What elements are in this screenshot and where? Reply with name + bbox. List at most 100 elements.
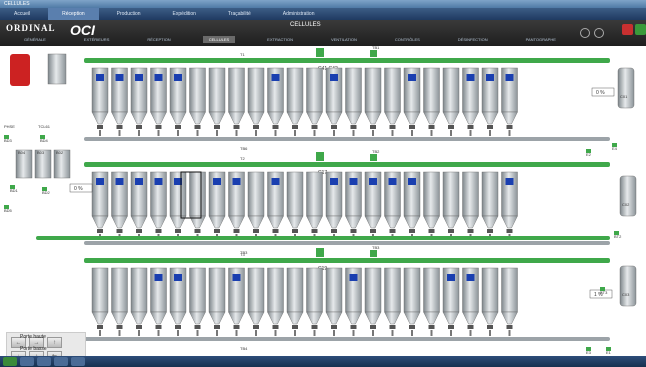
silo-valve-r2-14[interactable]: [350, 325, 357, 329]
silo-valve-r1-13[interactable]: [331, 229, 337, 233]
subnav-8[interactable]: PANTOGRAPHE: [520, 36, 562, 43]
silo-valve-r1-12[interactable]: [311, 229, 318, 233]
silo-r1-20[interactable]: [462, 171, 479, 217]
feeder-icon-2[interactable]: [316, 248, 324, 257]
silo-valve-r2-18[interactable]: [428, 325, 435, 329]
tab-3[interactable]: Expédition: [159, 8, 210, 20]
silo-valve-r1-20[interactable]: [467, 229, 474, 233]
silo-r0-9[interactable]: [247, 67, 265, 113]
silo-r2-13[interactable]: [325, 267, 343, 313]
silo-valve-r1-18[interactable]: [428, 229, 435, 233]
silo-r0-18[interactable]: [423, 67, 440, 113]
silo-valve-r1-3[interactable]: [136, 229, 142, 233]
silo-r2-18[interactable]: [423, 267, 440, 313]
silo-valve-r0-14[interactable]: [350, 125, 357, 129]
back-icon[interactable]: [580, 28, 590, 38]
silo-r0-7[interactable]: [208, 67, 226, 113]
silo-r2-21[interactable]: [481, 267, 499, 313]
feeder-icon-1[interactable]: [316, 152, 324, 161]
silo-valve-r1-6[interactable]: [194, 229, 201, 233]
silo-r0-11[interactable]: [286, 67, 304, 113]
silo-r2-3[interactable]: [130, 267, 148, 313]
tab-4[interactable]: Traçabilité: [214, 8, 265, 20]
silo-r2-9[interactable]: [247, 267, 265, 313]
silo-valve-r2-7[interactable]: [214, 325, 220, 329]
subnav-2[interactable]: RÉCEPTION: [141, 36, 176, 43]
silo-valve-r0-17[interactable]: [409, 125, 415, 129]
silo-valve-r2-19[interactable]: [448, 325, 454, 329]
silo-valve-r1-17[interactable]: [409, 229, 415, 233]
silo-valve-r0-10[interactable]: [272, 125, 279, 129]
silo-valve-r2-4[interactable]: [155, 325, 162, 329]
silo-valve-r1-2[interactable]: [116, 229, 123, 233]
silo-valve-r0-9[interactable]: [253, 125, 259, 129]
silo-valve-r1-7[interactable]: [214, 229, 220, 233]
silo-valve-r0-2[interactable]: [116, 125, 123, 129]
silo-valve-r1-16[interactable]: [389, 229, 396, 233]
silo-valve-r2-12[interactable]: [311, 325, 318, 329]
tab-1[interactable]: Réception: [48, 8, 99, 20]
silo-valve-r0-16[interactable]: [389, 125, 396, 129]
subnav-0[interactable]: GÉNÉRALE: [18, 36, 52, 43]
silo-r0-16[interactable]: [384, 67, 401, 113]
move-button-2[interactable]: ↑: [47, 337, 62, 348]
silo-valve-r1-22[interactable]: [506, 229, 513, 233]
silo-r1-12[interactable]: [306, 171, 323, 217]
silo-valve-r1-4[interactable]: [155, 229, 162, 233]
silo-valve-r1-8[interactable]: [233, 229, 240, 233]
taskbar-app-4[interactable]: [71, 357, 85, 366]
taskbar-app-2[interactable]: [37, 357, 51, 366]
feeder-icon-0[interactable]: [316, 48, 324, 57]
silo-r1-19[interactable]: [442, 171, 460, 217]
silo-valve-r2-15[interactable]: [370, 325, 376, 329]
subnav-5[interactable]: VENTILATION: [325, 36, 363, 43]
silo-r2-11[interactable]: [286, 267, 304, 313]
silo-valve-r0-3[interactable]: [136, 125, 142, 129]
silo-valve-r0-19[interactable]: [448, 125, 454, 129]
silo-r1-21[interactable]: [481, 171, 499, 217]
taskbar-app-3[interactable]: [54, 357, 68, 366]
silo-valve-r0-7[interactable]: [214, 125, 220, 129]
silo-valve-r2-16[interactable]: [389, 325, 396, 329]
tab-5[interactable]: Administration: [269, 8, 329, 20]
silo-valve-r0-21[interactable]: [487, 125, 493, 129]
silo-valve-r1-15[interactable]: [370, 229, 376, 233]
subnav-3[interactable]: CELLULES: [202, 36, 236, 43]
silo-r0-14[interactable]: [345, 67, 362, 113]
silo-valve-r0-22[interactable]: [506, 125, 513, 129]
silo-r2-1[interactable]: [91, 267, 109, 313]
tab-2[interactable]: Production: [103, 8, 155, 20]
silo-r2-15[interactable]: [364, 267, 382, 313]
silo-valve-r1-1[interactable]: [97, 229, 103, 233]
taskbar-app-1[interactable]: [20, 357, 34, 366]
silo-valve-r0-5[interactable]: [175, 125, 181, 129]
silo-valve-r1-19[interactable]: [448, 229, 454, 233]
silo-valve-r0-1[interactable]: [97, 125, 103, 129]
silo-r2-2[interactable]: [111, 267, 128, 313]
subnav-1[interactable]: EXTÉRIEURS: [78, 36, 116, 43]
silo-valve-r2-5[interactable]: [175, 325, 181, 329]
silo-valve-r0-6[interactable]: [194, 125, 201, 129]
silo-r1-18[interactable]: [423, 171, 440, 217]
silo-valve-r2-22[interactable]: [506, 325, 513, 329]
silo-valve-r2-6[interactable]: [194, 325, 201, 329]
silo-r2-17[interactable]: [403, 267, 421, 313]
silo-valve-r1-10[interactable]: [272, 229, 279, 233]
start-icon[interactable]: [3, 357, 17, 366]
silo-r1-11[interactable]: [286, 171, 304, 217]
silo-r2-7[interactable]: [208, 267, 226, 313]
silo-r0-8[interactable]: [228, 67, 245, 113]
silo-valve-r2-17[interactable]: [409, 325, 415, 329]
silo-valve-r2-11[interactable]: [292, 325, 298, 329]
silo-valve-r1-14[interactable]: [350, 229, 357, 233]
silo-r2-6[interactable]: [189, 267, 206, 313]
silo-r0-15[interactable]: [364, 67, 382, 113]
silo-valve-r2-8[interactable]: [233, 325, 240, 329]
silo-r0-6[interactable]: [189, 67, 206, 113]
silo-valve-r0-12[interactable]: [311, 125, 318, 129]
tab-0[interactable]: Accueil: [0, 8, 44, 20]
silo-valve-r2-2[interactable]: [116, 325, 123, 329]
silo-r2-12[interactable]: [306, 267, 323, 313]
silo-valve-r0-15[interactable]: [370, 125, 376, 129]
subnav-7[interactable]: DÉSINFECTION: [452, 36, 494, 43]
